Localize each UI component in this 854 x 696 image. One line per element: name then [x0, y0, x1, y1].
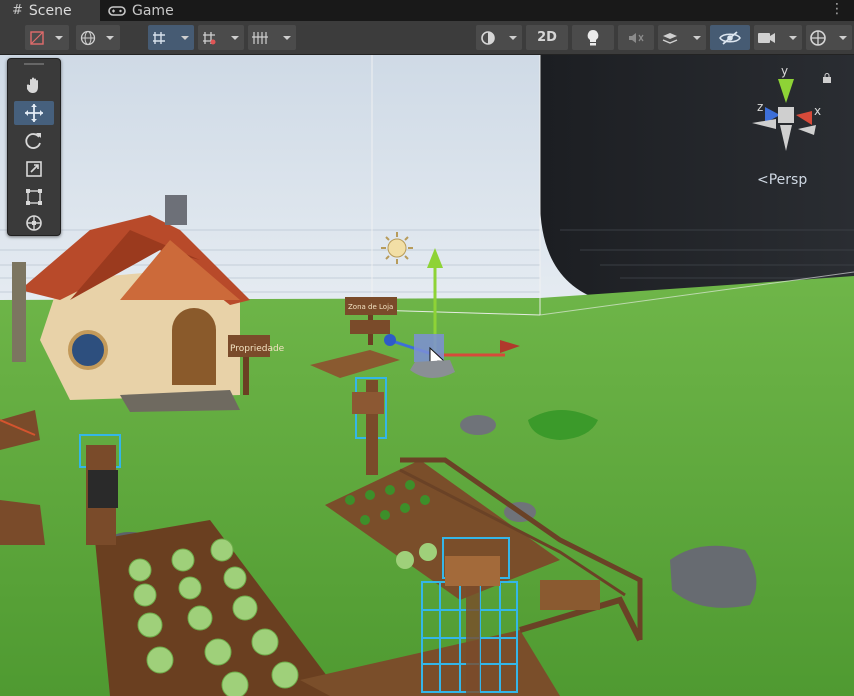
axis-x-label: x	[814, 104, 821, 118]
effects-dropdown[interactable]	[658, 25, 706, 50]
scene-visibility-toggle[interactable]	[710, 25, 750, 50]
global-local-dropdown[interactable]	[76, 25, 120, 50]
tab-game-label: Game	[132, 2, 174, 19]
move-tool-button[interactable]	[14, 101, 54, 125]
field-sign-text: Zona de Loja	[348, 303, 393, 311]
scene-tools-overlay	[7, 58, 61, 236]
orientation-gizmo[interactable]: y z x	[740, 63, 832, 163]
hand-tool-button[interactable]	[14, 73, 54, 97]
toggle-2d-button[interactable]: 2D	[526, 25, 568, 50]
projection-toggle[interactable]: <Persp	[757, 172, 807, 188]
axis-x-cone[interactable]	[796, 111, 812, 125]
shading-mode-icon	[30, 30, 63, 45]
center-cube[interactable]	[778, 107, 794, 123]
grid-visibility-dropdown[interactable]	[248, 25, 296, 50]
render-mode-icon	[481, 30, 517, 45]
axis-z-label: z	[757, 100, 763, 114]
globe-icon	[80, 30, 114, 45]
transform-icon	[26, 215, 42, 231]
eye-hidden-icon	[719, 30, 741, 45]
transform-tool-button[interactable]	[14, 211, 54, 235]
scale-tool-button[interactable]	[14, 157, 54, 181]
speaker-muted-icon	[629, 32, 644, 43]
drag-handle[interactable]	[24, 63, 44, 65]
snap-increment-icon	[203, 31, 239, 44]
hand-icon	[26, 77, 38, 93]
tab-scene-label: Scene	[28, 2, 72, 19]
hash-icon: #	[12, 3, 23, 18]
house-sign-text: Propriedade	[230, 344, 285, 354]
axis-y-label: y	[781, 64, 788, 78]
lightbulb-icon	[587, 29, 599, 45]
toggle-2d-label: 2D	[537, 30, 557, 45]
tab-scene[interactable]: # Scene	[0, 0, 100, 21]
scene-render: Propriedade Zona de Loja	[0, 55, 854, 696]
scale-icon	[26, 161, 42, 177]
camera-settings-dropdown[interactable]	[754, 25, 802, 50]
projection-icon: <	[757, 172, 769, 188]
grid-snap-icon	[153, 31, 189, 44]
scene-viewport[interactable]: Propriedade Zona de Loja y z x <Persp	[0, 55, 854, 696]
layers-icon	[662, 32, 701, 44]
axis-y-cone[interactable]	[778, 79, 794, 103]
draw-mode-dropdown[interactable]	[25, 25, 69, 50]
gamepad-icon	[108, 5, 126, 16]
lighting-toggle[interactable]	[572, 25, 614, 50]
tab-bar: # Scene Game ⋮	[0, 0, 854, 21]
rect-transform-icon	[26, 189, 42, 205]
draw-gizmo-dropdown[interactable]	[476, 25, 522, 50]
scene-toolbar: 2D	[0, 21, 854, 55]
gizmo-sphere-icon	[810, 29, 847, 46]
projection-label: Persp	[768, 172, 808, 188]
audio-toggle[interactable]	[618, 25, 654, 50]
lock-icon[interactable]	[822, 73, 832, 83]
rotate-tool-button[interactable]	[14, 129, 54, 153]
snap-increment-dropdown[interactable]	[198, 25, 244, 50]
move-arrows-icon	[25, 104, 43, 122]
grid-icon	[252, 31, 291, 44]
rotate-icon	[25, 133, 41, 149]
rect-tool-button[interactable]	[14, 185, 54, 209]
more-options-icon[interactable]: ⋮	[830, 2, 844, 16]
tab-game[interactable]: Game	[108, 0, 178, 21]
camera-icon	[758, 32, 797, 43]
grid-snap-button[interactable]	[148, 25, 194, 50]
gizmos-dropdown[interactable]	[806, 25, 852, 50]
